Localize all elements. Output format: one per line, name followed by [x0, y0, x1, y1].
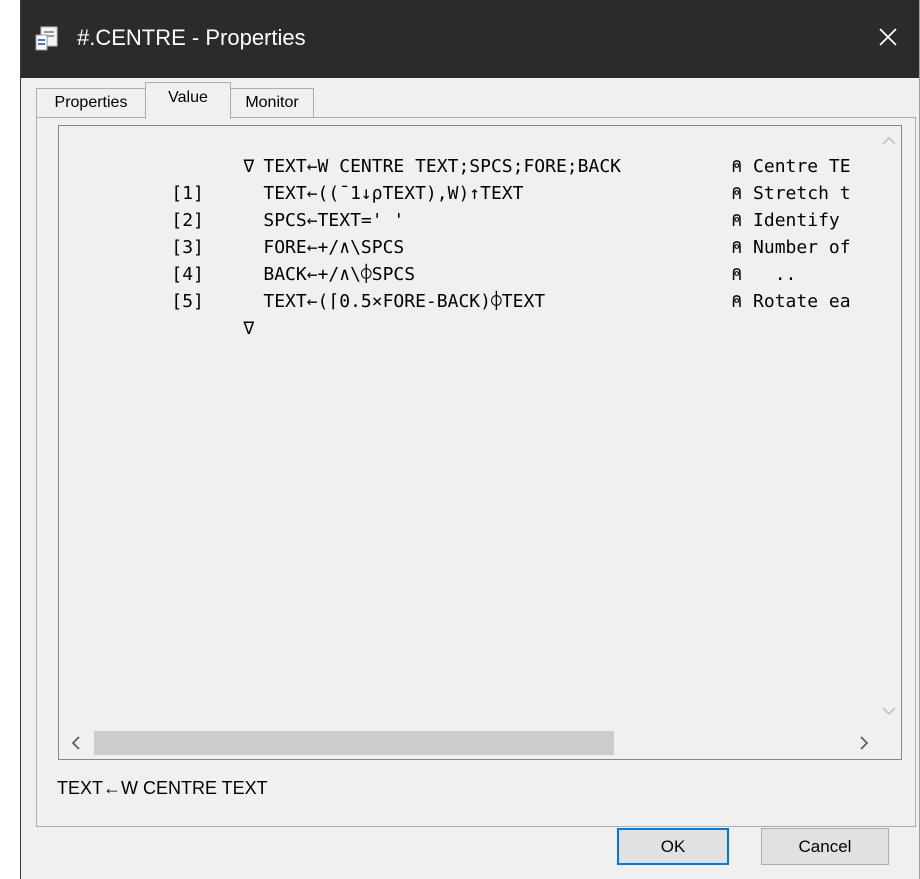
- ok-button[interactable]: OK: [617, 828, 729, 865]
- code-comment: ⍝ Centre TE: [731, 156, 851, 177]
- tab-value[interactable]: Value: [145, 82, 231, 119]
- del-symbol: ∇: [243, 318, 255, 339]
- tab-properties[interactable]: Properties: [36, 88, 146, 118]
- function-editor[interactable]: ∇ TEXT←W CENTRE TEXT;SPCS;FORE;BACK ⍝ Cent…: [58, 125, 902, 760]
- tab-monitor[interactable]: Monitor: [230, 88, 314, 118]
- property-sheet-icon: [35, 26, 63, 52]
- code-comment: ⍝ Rotate ea: [731, 291, 851, 312]
- line-number: [3]: [171, 237, 204, 258]
- code-text: TEXT←(⌈0.5×FORE-BACK)⌽TEXT: [263, 291, 546, 312]
- function-header-status: TEXT←W CENTRE TEXT: [57, 778, 268, 798]
- code-comment: ⍝ Number of: [731, 237, 851, 258]
- line-number: [4]: [171, 264, 204, 285]
- window-title: #.CENTRE - Properties: [77, 25, 306, 50]
- code-text: SPCS←TEXT=' ': [263, 210, 405, 231]
- title-bar[interactable]: #.CENTRE - Properties: [21, 0, 920, 78]
- chevron-up-icon[interactable]: [878, 130, 900, 152]
- code-text: FORE←+/∧\SPCS: [263, 237, 405, 258]
- close-button[interactable]: [856, 0, 920, 78]
- close-icon: [878, 27, 898, 52]
- line-number: [5]: [171, 291, 204, 312]
- code-comment: ⍝ Identify: [731, 210, 840, 231]
- vertical-scrollbar[interactable]: [877, 126, 901, 726]
- chevron-right-icon[interactable]: [853, 732, 875, 754]
- code-comment: ⍝ ..: [731, 264, 797, 285]
- cancel-button[interactable]: Cancel: [761, 828, 889, 865]
- code-line: ∇ TEXT←W CENTRE TEXT;SPCS;FORE;BACK ⍝ Cent…: [63, 126, 883, 177]
- code-text: BACK←+/∧\⌽SPCS: [263, 264, 416, 285]
- code-comment: ⍝ Stretch t: [731, 183, 851, 204]
- horizontal-scrollbar[interactable]: [59, 726, 881, 759]
- line-number: [2]: [171, 210, 204, 231]
- horizontal-scroll-thumb[interactable]: [94, 731, 614, 755]
- chevron-down-icon[interactable]: [878, 700, 900, 722]
- code-text: TEXT←((¯1↓⍴TEXT),W)↑TEXT: [263, 183, 524, 204]
- del-symbol: ∇: [243, 156, 255, 177]
- value-tab-panel: ∇ TEXT←W CENTRE TEXT;SPCS;FORE;BACK ⍝ Cent…: [36, 117, 916, 827]
- tab-strip: Properties Value Monitor: [36, 82, 916, 119]
- code-area[interactable]: ∇ TEXT←W CENTRE TEXT;SPCS;FORE;BACK ⍝ Cent…: [63, 126, 883, 726]
- code-text: TEXT←W CENTRE TEXT;SPCS;FORE;BACK: [263, 156, 621, 177]
- chevron-left-icon[interactable]: [65, 732, 87, 754]
- properties-dialog: #.CENTRE - Properties Properties Value M…: [20, 0, 920, 879]
- line-number: [1]: [171, 183, 204, 204]
